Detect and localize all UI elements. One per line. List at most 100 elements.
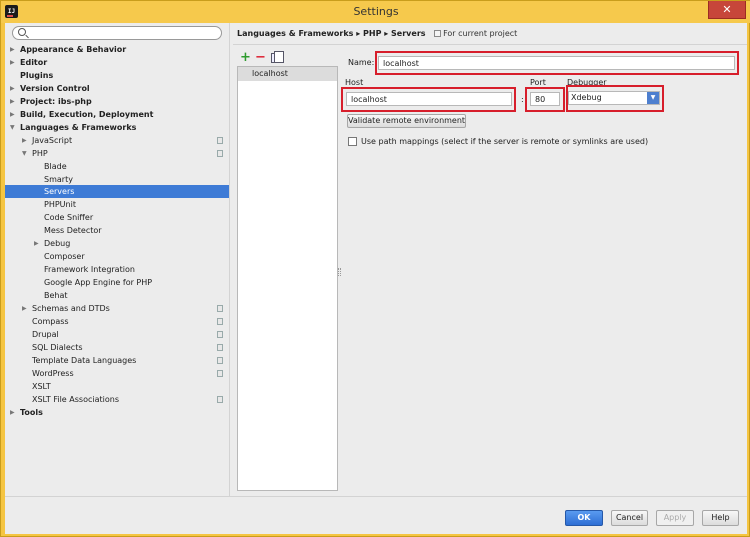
add-server-button[interactable]: + (240, 51, 251, 64)
sidebar-item-label: XSLT (32, 381, 51, 391)
project-settings-icon (217, 330, 223, 338)
sidebar-item-project-ibs-php[interactable]: ▶ Project: ibs-php (5, 95, 229, 108)
help-button[interactable]: Help (702, 510, 739, 526)
server-list: localhost (237, 66, 338, 491)
chevron-right-icon[interactable]: ▶ (22, 302, 27, 315)
sidebar-item-label: Drupal (32, 329, 59, 339)
copy-server-icon[interactable] (271, 51, 284, 63)
sidebar-item-label: Version Control (20, 83, 90, 93)
chevron-down-icon[interactable]: ▼ (10, 121, 15, 134)
sidebar-item-compass[interactable]: Compass (5, 315, 229, 328)
ok-button[interactable]: OK (565, 510, 603, 526)
cancel-button[interactable]: Cancel (611, 510, 648, 526)
scope-label: For current project (443, 29, 518, 38)
project-settings-icon (217, 136, 223, 144)
sidebar-item-label: Appearance & Behavior (20, 45, 127, 54)
sidebar-item-xslt[interactable]: XSLT (5, 380, 229, 393)
sidebar-item-label: WordPress (32, 368, 74, 378)
apply-button[interactable]: Apply (656, 510, 694, 526)
port-field[interactable] (530, 92, 560, 106)
chevron-down-icon[interactable]: ▼ (22, 147, 27, 160)
chevron-right-icon[interactable]: ▶ (10, 406, 15, 419)
chevron-right-icon[interactable]: ▶ (10, 95, 15, 108)
sidebar-item-php[interactable]: ▼ PHP (5, 147, 229, 160)
breadcrumb: Languages & Frameworks ▸ PHP ▸ Servers F… (237, 28, 517, 40)
sidebar-item-label: XSLT File Associations (32, 394, 119, 404)
sidebar-item-label: Schemas and DTDs (32, 304, 110, 313)
sidebar-item-label: JavaScript (32, 135, 73, 145)
use-path-mappings-checkbox[interactable] (348, 137, 357, 146)
sidebar-item-phpunit[interactable]: PHPUnit (5, 198, 229, 211)
project-settings-icon (217, 317, 223, 325)
sidebar-item-behat[interactable]: Behat (5, 289, 229, 302)
project-settings-icon (217, 395, 223, 403)
sidebar-item-google-app-engine-for-php[interactable]: Google App Engine for PHP (5, 276, 229, 289)
sidebar-item-template-data-languages[interactable]: Template Data Languages (5, 354, 229, 367)
chevron-down-icon[interactable]: ▼ (647, 92, 659, 104)
project-settings-icon (217, 369, 223, 377)
sidebar-item-appearance-behavior[interactable]: ▶ Appearance & Behavior (5, 43, 229, 56)
validate-remote-environment-button[interactable]: Validate remote environment (347, 114, 466, 128)
sidebar-item-editor[interactable]: ▶ Editor (5, 56, 229, 69)
dialog-body: ▶ Appearance & Behavior ▶ Editor Plugins ▶ Ver… (5, 23, 747, 534)
servers-toolbar: + − (237, 51, 337, 65)
debugger-value: Xdebug (571, 93, 602, 102)
sidebar-item-framework-integration[interactable]: Framework Integration (5, 263, 229, 276)
remove-server-button[interactable]: − (255, 51, 266, 64)
sidebar-item-build-execution-deployment[interactable]: ▶ Build, Execution, Deployment (5, 108, 229, 121)
sidebar-item-servers[interactable]: Servers (5, 185, 229, 199)
debugger-select[interactable]: Xdebug ▼ (568, 91, 660, 105)
sidebar-item-javascript[interactable]: ▶ JavaScript (5, 134, 229, 147)
sidebar-item-code-sniffer[interactable]: Code Sniffer (5, 211, 229, 224)
sidebar-item-label: Languages & Frameworks (20, 122, 137, 132)
sidebar-item-label: SQL Dialects (32, 342, 83, 352)
sidebar-item-wordpress[interactable]: WordPress (5, 367, 229, 380)
chevron-right-icon[interactable]: ▶ (10, 82, 15, 95)
dialog-button-bar: OK Cancel Apply Help (5, 496, 747, 534)
close-window-button[interactable]: ✕ (708, 1, 746, 19)
sidebar-item-label: Framework Integration (44, 265, 135, 275)
sidebar-item-label: PHPUnit (44, 200, 76, 210)
project-settings-icon (217, 305, 223, 312)
sidebar-item-version-control[interactable]: ▶ Version Control (5, 82, 229, 95)
window-title: Settings (353, 5, 399, 18)
server-list-item[interactable]: localhost (238, 67, 337, 81)
chevron-right-icon[interactable]: ▶ (10, 108, 15, 121)
sidebar-item-drupal[interactable]: Drupal (5, 328, 229, 341)
sidebar-item-label: Blade (44, 161, 67, 171)
sidebar-item-label: Debug (44, 239, 71, 249)
search-icon (18, 28, 26, 36)
sidebar-item-label: PHP (32, 148, 48, 158)
sidebar-item-languages-frameworks[interactable]: ▼ Languages & Frameworks (5, 121, 229, 134)
sidebar-item-smarty[interactable]: Smarty (5, 173, 229, 186)
sidebar-item-tools[interactable]: ▶ Tools (5, 406, 229, 419)
sidebar-item-label: Google App Engine for PHP (44, 278, 153, 288)
chevron-right-icon[interactable]: ▶ (10, 43, 15, 56)
project-scope-icon (434, 30, 442, 37)
sidebar-item-label: Smarty (44, 174, 73, 184)
sidebar-item-xslt-file-associations[interactable]: XSLT File Associations (5, 393, 229, 406)
host-field[interactable] (346, 92, 512, 106)
sidebar-item-label: Mess Detector (44, 226, 102, 236)
settings-search[interactable] (12, 26, 222, 40)
name-field[interactable] (378, 56, 735, 70)
sidebar-item-mess-detector[interactable]: Mess Detector (5, 224, 229, 237)
sidebar-item-blade[interactable]: Blade (5, 160, 229, 173)
chevron-right-icon[interactable]: ▶ (10, 56, 15, 69)
sidebar-item-label: Editor (20, 57, 48, 67)
sidebar-item-label: Behat (44, 291, 68, 301)
port-separator: : (521, 95, 524, 104)
sidebar-item-label: Servers (44, 187, 75, 197)
title-bar[interactable]: IJ Settings ✕ (1, 1, 750, 23)
sidebar-item-sql-dialects[interactable]: SQL Dialects (5, 341, 229, 354)
sidebar-item-composer[interactable]: Composer (5, 250, 229, 263)
scope-indicator: For current project (434, 29, 517, 38)
panel-splitter-handle[interactable] (338, 268, 341, 276)
sidebar-item-label: Composer (44, 252, 85, 262)
sidebar-item-schemas-and-dtds[interactable]: ▶ Schemas and DTDs (5, 302, 229, 315)
sidebar-item-debug[interactable]: ▶ Debug (5, 237, 229, 250)
chevron-right-icon[interactable]: ▶ (22, 134, 27, 147)
search-input[interactable] (29, 27, 219, 39)
sidebar-item-plugins[interactable]: Plugins (5, 69, 229, 82)
chevron-right-icon[interactable]: ▶ (34, 237, 39, 250)
